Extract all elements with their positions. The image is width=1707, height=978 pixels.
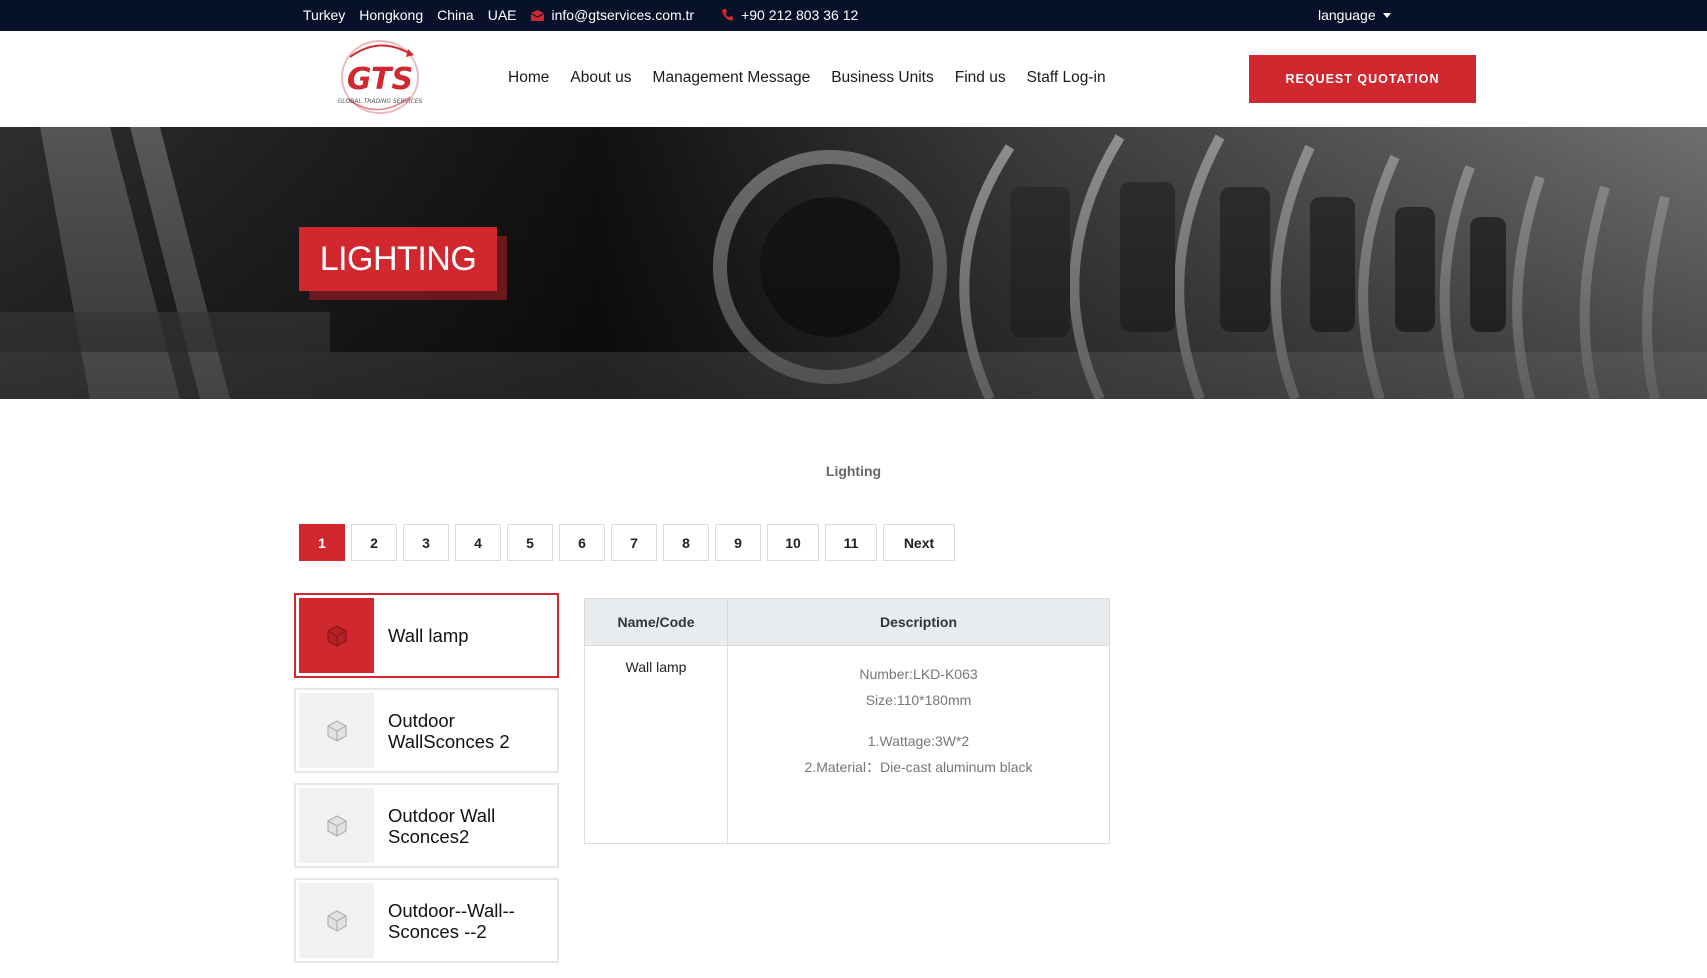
cube-icon bbox=[326, 624, 347, 647]
location-uae[interactable]: UAE bbox=[488, 7, 517, 23]
product-name: Outdoor WallSconces 2 bbox=[388, 709, 510, 752]
envelope-icon bbox=[530, 9, 544, 21]
nav-management-message[interactable]: Management Message bbox=[653, 69, 811, 87]
product-name: Outdoor--Wall--Sconces --2 bbox=[388, 899, 515, 942]
product-item-outdoor-wallsconces-2[interactable]: Outdoor WallSconces 2 bbox=[294, 688, 559, 773]
product-detail-table: Name/Code Description Wall lamp Number:L… bbox=[584, 598, 1110, 844]
hero-title-block: LIGHTING bbox=[299, 227, 507, 300]
cube-icon bbox=[326, 719, 347, 742]
email-contact[interactable]: info@gtservices.com.tr bbox=[530, 7, 709, 23]
nav-business-units[interactable]: Business Units bbox=[831, 69, 934, 87]
next-page-button[interactable]: Next bbox=[883, 524, 955, 561]
spec-line: 1.Wattage:3W*2 bbox=[867, 733, 970, 749]
nav-find-us[interactable]: Find us bbox=[955, 69, 1006, 87]
language-label: language bbox=[1318, 7, 1376, 23]
description-line: Size:110*180mm bbox=[865, 692, 972, 708]
page-2-button[interactable]: 2 bbox=[351, 524, 397, 561]
product-thumbnail bbox=[299, 693, 374, 768]
main-nav: Home About us Management Message Busines… bbox=[508, 69, 1127, 87]
product-description-cell: Number:LKD-K063 Size:110*180mm 1.Wattage… bbox=[727, 645, 1110, 844]
hero-banner: LIGHTING bbox=[0, 127, 1707, 399]
caret-down-icon bbox=[1382, 12, 1391, 18]
top-bar: Turkey Hongkong China UAE info@gtservice… bbox=[0, 0, 1707, 31]
site-header: GTS GLOBAL TRADING SERVICES Home About u… bbox=[0, 31, 1707, 127]
gts-logo[interactable]: GTS GLOBAL TRADING SERVICES bbox=[330, 37, 430, 123]
language-dropdown[interactable]: language bbox=[1318, 7, 1391, 23]
page-7-button[interactable]: 7 bbox=[611, 524, 657, 561]
hero-background-image bbox=[0, 127, 1707, 399]
product-thumbnail bbox=[299, 788, 374, 863]
product-thumbnail bbox=[299, 598, 374, 673]
page-5-button[interactable]: 5 bbox=[507, 524, 553, 561]
breadcrumb[interactable]: Lighting bbox=[0, 463, 1707, 479]
product-name-cell: Wall lamp bbox=[584, 645, 728, 844]
location-china[interactable]: China bbox=[437, 7, 474, 23]
page-8-button[interactable]: 8 bbox=[663, 524, 709, 561]
logo-text: GTS bbox=[347, 62, 413, 97]
phone-link[interactable]: +90 212 803 36 12 bbox=[741, 7, 858, 23]
location-hongkong[interactable]: Hongkong bbox=[359, 7, 423, 23]
nav-about-us[interactable]: About us bbox=[570, 69, 631, 87]
product-item-outdoor-wall-sconces-2[interactable]: Outdoor--Wall--Sconces --2 bbox=[294, 878, 559, 963]
page-title: LIGHTING bbox=[299, 227, 497, 291]
product-name: Outdoor Wall Sconces2 bbox=[388, 804, 496, 847]
phone-icon bbox=[722, 9, 734, 21]
page-6-button[interactable]: 6 bbox=[559, 524, 605, 561]
request-quotation-button[interactable]: REQUEST QUOTATION bbox=[1249, 55, 1476, 103]
pagination: 1 2 3 4 5 6 7 8 9 10 11 Next bbox=[299, 524, 961, 561]
location-turkey[interactable]: Turkey bbox=[303, 7, 345, 23]
product-item-outdoor-wall-sconces2[interactable]: Outdoor Wall Sconces2 bbox=[294, 783, 559, 868]
column-header-description: Description bbox=[727, 598, 1110, 646]
phone-contact[interactable]: +90 212 803 36 12 bbox=[722, 7, 872, 23]
product-list: Wall lamp Outdoor WallSconces 2 Outdoor … bbox=[294, 593, 559, 973]
page-11-button[interactable]: 11 bbox=[825, 524, 877, 561]
page-3-button[interactable]: 3 bbox=[403, 524, 449, 561]
nav-home[interactable]: Home bbox=[508, 69, 549, 87]
cube-icon bbox=[326, 814, 347, 837]
email-link[interactable]: info@gtservices.com.tr bbox=[552, 7, 695, 23]
nav-staff-login[interactable]: Staff Log-in bbox=[1027, 69, 1106, 87]
spec-line: 2.Material：Die-cast aluminum black bbox=[804, 759, 1033, 775]
page-4-button[interactable]: 4 bbox=[455, 524, 501, 561]
description-line: Number:LKD-K063 bbox=[859, 666, 978, 682]
logo-subtext: GLOBAL TRADING SERVICES bbox=[338, 98, 423, 105]
location-list: Turkey Hongkong China UAE info@gtservice… bbox=[303, 7, 886, 23]
column-header-name-code: Name/Code bbox=[584, 598, 728, 646]
page-1-button[interactable]: 1 bbox=[299, 524, 345, 561]
product-thumbnail bbox=[299, 883, 374, 958]
product-name: Wall lamp bbox=[388, 625, 469, 646]
table-header-row: Name/Code Description bbox=[584, 598, 1110, 646]
product-item-wall-lamp[interactable]: Wall lamp bbox=[294, 593, 559, 678]
table-row: Wall lamp Number:LKD-K063 Size:110*180mm… bbox=[584, 645, 1110, 844]
cube-icon bbox=[326, 909, 347, 932]
page-9-button[interactable]: 9 bbox=[715, 524, 761, 561]
page-10-button[interactable]: 10 bbox=[767, 524, 819, 561]
